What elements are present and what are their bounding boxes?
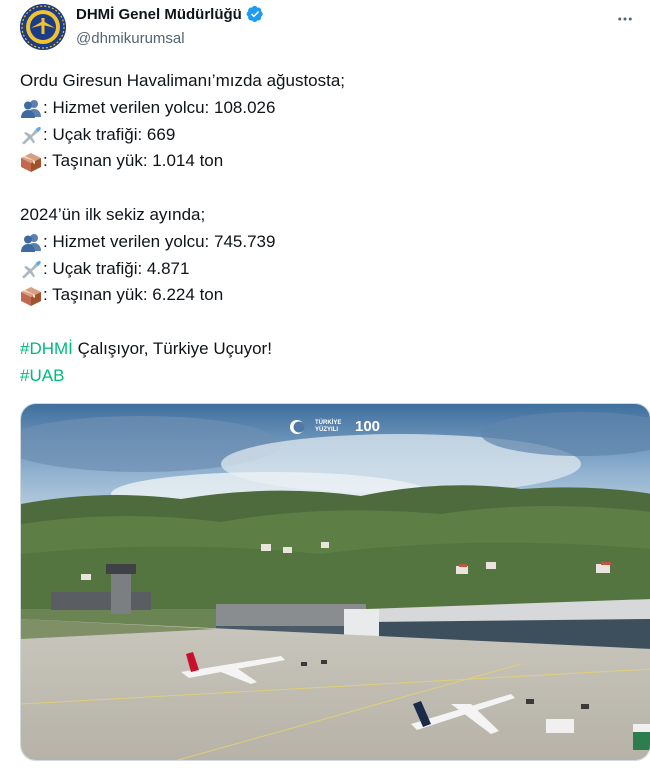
intro-line: Ordu Giresun Havalimanı’mızda ağustosta; — [20, 71, 346, 90]
name-row: DHMİ Genel Müdürlüğü — [76, 5, 264, 23]
media-watermark: TÜRKİYE YÜZYILI 100 — [289, 418, 380, 435]
stat-line: : Taşınan yük: 6.224 ton — [20, 282, 630, 309]
stat-text: : Uçak trafiği: 669 — [43, 124, 176, 144]
stat-line: : Uçak trafiği: 669 — [20, 122, 630, 149]
hashtag-uab-link[interactable]: #UAB — [20, 363, 64, 390]
tagline-text: Çalışıyor, Türkiye Uçuyor! — [72, 338, 272, 358]
period-title: 2024’ün ilk sekiz ayında; — [20, 204, 206, 224]
more-horizontal-icon — [618, 17, 632, 21]
centennial-badge: 100 — [355, 418, 381, 435]
hashtag-dhmi-link[interactable]: #DHMİ — [20, 336, 73, 363]
post-photo[interactable]: TÜRKİYE YÜZYILI 100 — [20, 403, 650, 761]
package-icon — [20, 286, 42, 306]
stat-text: : Taşınan yük: 6.224 ton — [43, 285, 224, 305]
people-icon — [20, 232, 42, 253]
stat-line: : Uçak trafiği: 4.871 — [20, 256, 630, 283]
verified-badge-icon — [246, 5, 263, 23]
handle[interactable]: @dhmikurumsal — [76, 30, 185, 47]
tagline-line: #DHMİ Çalışıyor, Türkiye Uçuyor! — [20, 336, 630, 363]
hashtag-line: #UAB — [20, 363, 630, 390]
avatar[interactable] — [20, 4, 66, 50]
stat-text: : Taşınan yük: 1.014 ton — [43, 151, 224, 171]
more-options-button[interactable] — [612, 6, 638, 32]
dhmi-logo-icon — [20, 4, 66, 50]
airplane-icon — [20, 125, 42, 145]
package-icon — [20, 152, 42, 172]
post-text: Ordu Giresun Havalimanı’mızda ağustosta;… — [20, 68, 630, 390]
airplane-icon — [20, 259, 42, 279]
display-name[interactable]: DHMİ Genel Müdürlüğü — [76, 6, 242, 23]
stat-line: : Hizmet verilen yolcu: 108.026 — [20, 95, 630, 122]
stat-text: : Uçak trafiği: 4.871 — [43, 258, 190, 278]
stat-line: : Hizmet verilen yolcu: 745.739 — [20, 229, 630, 256]
airport-aerial-photo — [21, 404, 650, 760]
stat-text: : Hizmet verilen yolcu: 108.026 — [43, 97, 276, 117]
watermark-text: TÜRKİYE YÜZYILI — [315, 419, 342, 433]
crescent-star-icon — [290, 419, 305, 434]
stat-text: : Hizmet verilen yolcu: 745.739 — [43, 231, 276, 251]
people-icon — [20, 98, 42, 119]
post-header: DHMİ Genel Müdürlüğü @dhmikurumsal — [0, 0, 650, 60]
stat-line: : Taşınan yük: 1.014 ton — [20, 148, 630, 175]
